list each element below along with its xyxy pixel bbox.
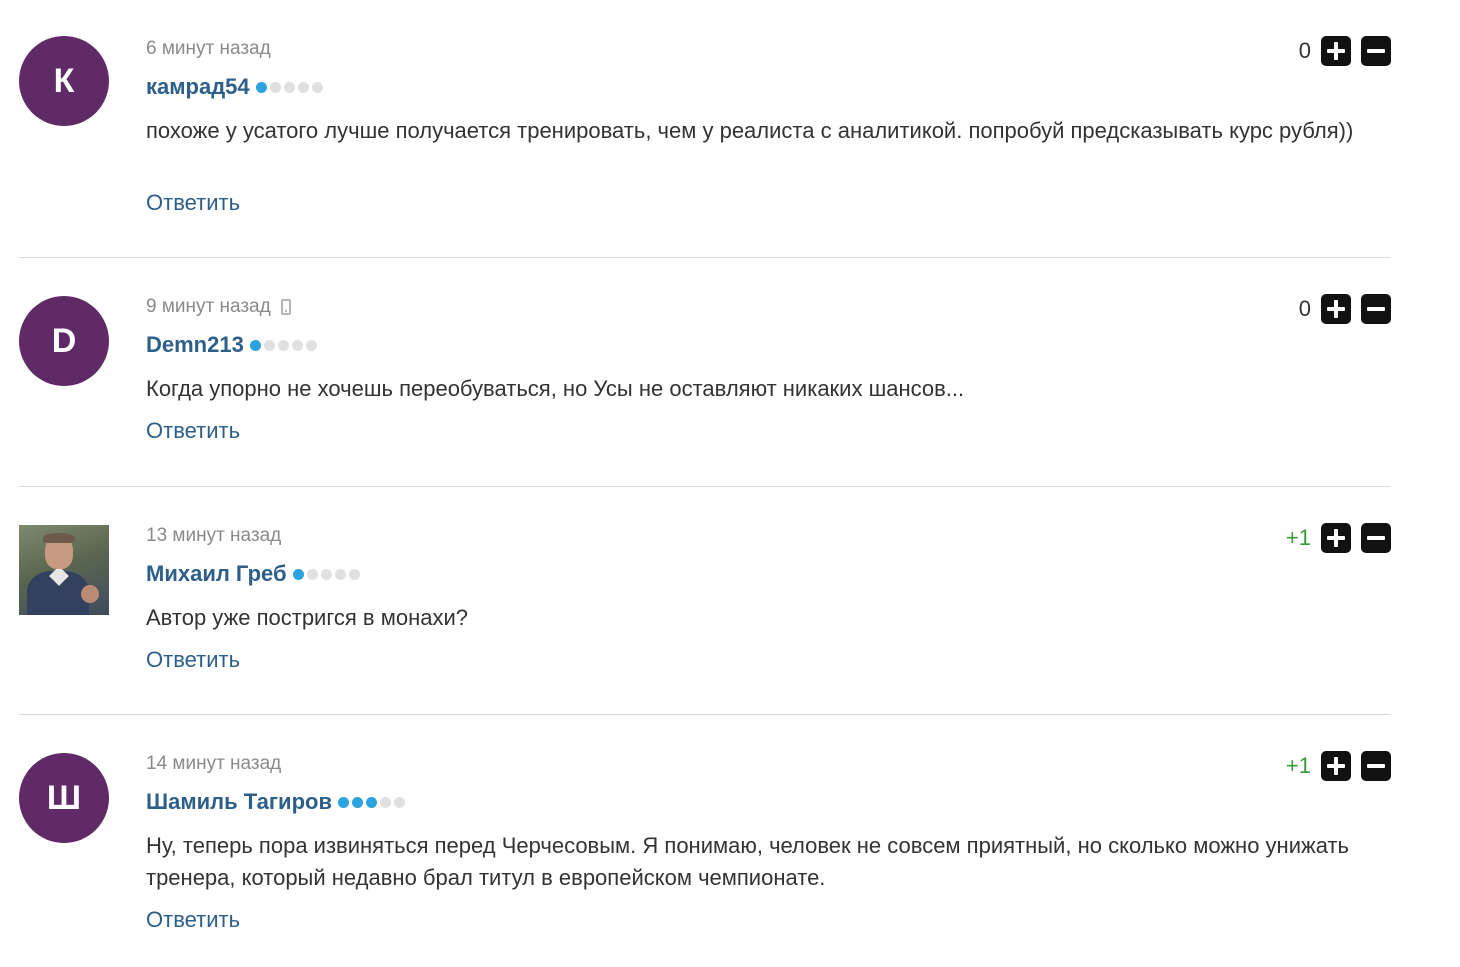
comment-author: Шамиль Тагиров [146,789,405,815]
rating-dot [393,796,405,808]
rating-dot [334,568,346,580]
comment-meta: 9 минут назад [146,296,291,318]
rating-dot [311,81,323,93]
avatar[interactable]: D [19,296,109,386]
comment-time: 6 минут назад [146,38,271,59]
comment: Ш 14 минут назад Шамиль Тагиров Ну, тепе… [19,715,1391,967]
rating-dot [306,568,318,580]
minus-icon [1367,307,1385,311]
author-name[interactable]: камрад54 [146,74,250,100]
user-rating [249,339,317,351]
reply-link[interactable]: Ответить [146,647,240,673]
author-name[interactable]: Demn213 [146,332,244,358]
comment: D 9 минут назад Demn213 Когда упорно не … [19,258,1391,487]
comment-text: Ну, теперь пора извиняться перед Черчесо… [146,833,1349,890]
rating-dot [263,339,275,351]
minus-icon [1367,536,1385,540]
vote-score: 0 [1298,296,1311,321]
author-name[interactable]: Шамиль Тагиров [146,789,332,815]
minus-icon [1367,49,1385,53]
comment-text: Когда упорно не хочешь переобуваться, но… [146,376,965,401]
vote-score: +1 [1285,525,1311,550]
rating-dot [348,568,360,580]
downvote-button[interactable] [1361,751,1391,781]
comment-author: Demn213 [146,332,317,358]
user-rating [255,81,323,93]
vote-controls: 0 [1289,36,1391,66]
rating-dot [351,796,363,808]
upvote-button[interactable] [1321,523,1351,553]
comment-author: Михаил Греб [146,561,360,587]
comments-list: К 6 минут назад камрад54 похоже у усатог… [19,0,1391,967]
avatar[interactable]: Ш [19,753,109,843]
user-rating [292,568,360,580]
avatar[interactable] [19,525,109,615]
comment-meta: 13 минут назад [146,525,281,547]
rating-dot [337,796,349,808]
vote-score: 0 [1298,38,1311,63]
minus-icon [1367,764,1385,768]
upvote-button[interactable] [1321,36,1351,66]
vote-controls: +1 [1286,751,1391,781]
vote-score: +1 [1285,753,1311,778]
comment-text: Автор уже постригся в монахи? [146,605,468,630]
comment-time: 13 минут назад [146,525,282,546]
comment-meta: 14 минут назад [146,753,281,775]
reply-link[interactable]: Ответить [146,418,240,444]
rating-dot [283,81,295,93]
upvote-button[interactable] [1321,751,1351,781]
comment: 13 минут назад Михаил Греб Автор уже пос… [19,487,1391,715]
rating-dot [255,81,267,93]
rating-dot [365,796,377,808]
rating-dot [320,568,332,580]
rating-dot [277,339,289,351]
downvote-button[interactable] [1361,36,1391,66]
avatar[interactable]: К [19,36,109,126]
downvote-button[interactable] [1361,294,1391,324]
comment-meta: 6 минут назад [146,38,271,60]
rating-dot [305,339,317,351]
reply-link[interactable]: Ответить [146,190,240,216]
comment: К 6 минут назад камрад54 похоже у усатог… [19,0,1391,258]
comment-text: похоже у усатого лучше получается тренир… [146,118,1354,143]
rating-dot [249,339,261,351]
mobile-phone-icon [280,299,291,315]
rating-dot [291,339,303,351]
comment-author: камрад54 [146,74,323,100]
reply-link[interactable]: Ответить [146,907,240,933]
rating-dot [269,81,281,93]
upvote-button[interactable] [1321,294,1351,324]
rating-dot [379,796,391,808]
downvote-button[interactable] [1361,523,1391,553]
author-name[interactable]: Михаил Греб [146,561,287,587]
vote-controls: +1 [1286,523,1391,553]
comment-time: 9 минут назад [146,296,271,317]
rating-dot [292,568,304,580]
comment-time: 14 минут назад [146,753,282,774]
user-rating [337,796,405,808]
vote-controls: 0 [1289,294,1391,324]
rating-dot [297,81,309,93]
